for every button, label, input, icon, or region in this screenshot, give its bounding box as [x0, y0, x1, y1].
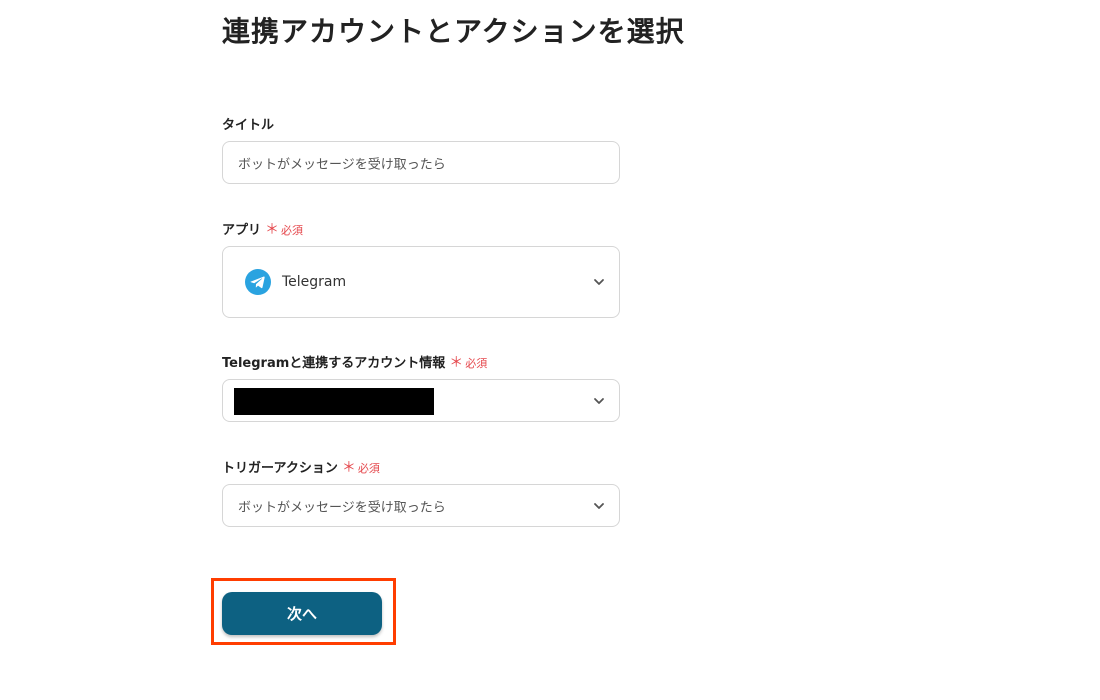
chevron-down-icon — [594, 397, 604, 404]
required-star: ＊ — [449, 355, 464, 371]
title-field-label: タイトル — [222, 114, 274, 133]
required-text: 必須 — [465, 357, 488, 370]
next-button[interactable]: 次へ — [222, 592, 382, 635]
app-field-label-text: アプリ — [222, 223, 262, 238]
trigger-field-label: トリガーアクション＊必須 — [222, 457, 380, 477]
redacted-account-value — [234, 388, 434, 415]
account-field-label-text: Telegramと連携するアカウント情報 — [222, 356, 446, 371]
trigger-action-select[interactable]: ボットがメッセージを受け取ったら — [222, 484, 620, 527]
page-title: 連携アカウントとアクションを選択 — [222, 15, 685, 48]
required-text: 必須 — [357, 462, 380, 475]
trigger-action-value: ボットがメッセージを受け取ったら — [238, 500, 446, 515]
required-badge: ＊必須 — [449, 355, 488, 371]
app-select-value: Telegram — [282, 274, 347, 290]
app-field-label: アプリ＊必須 — [222, 219, 303, 239]
chevron-down-icon — [594, 502, 604, 509]
chevron-down-icon — [594, 279, 604, 285]
account-select[interactable] — [222, 379, 620, 422]
title-input-value: ボットがメッセージを受け取ったら — [238, 157, 446, 172]
title-input[interactable]: ボットがメッセージを受け取ったら — [222, 141, 620, 184]
app-select[interactable]: Telegram — [222, 246, 620, 318]
trigger-field-label-text: トリガーアクション — [222, 461, 338, 476]
title-field-label-text: タイトル — [222, 118, 275, 133]
required-star: ＊ — [265, 222, 280, 238]
required-star: ＊ — [341, 460, 356, 476]
required-badge: ＊必須 — [341, 460, 380, 476]
required-text: 必須 — [281, 224, 304, 237]
required-badge: ＊必須 — [265, 222, 304, 238]
telegram-icon — [245, 269, 271, 295]
account-field-label: Telegramと連携するアカウント情報＊必須 — [222, 352, 487, 372]
